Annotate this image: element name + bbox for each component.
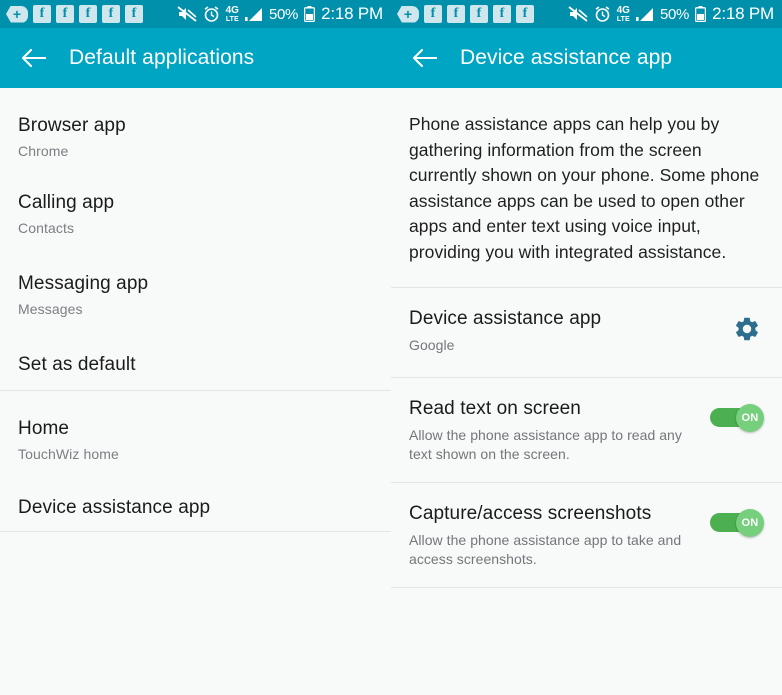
setting-subtitle: Allow the phone assistance app to read a… [409, 427, 682, 462]
list-item-device-assistance-app[interactable]: Device assistance app [0, 473, 391, 531]
back-arrow-icon[interactable] [405, 38, 445, 78]
app-headers: Default applications Device assistance a… [0, 28, 782, 88]
list-item-title: Calling app [18, 192, 115, 213]
list-item-title: Home [18, 418, 70, 439]
facebook-icon: f [424, 5, 442, 23]
notification-icons: + f f f f f [6, 5, 143, 23]
setting-row-read-text-on-screen[interactable]: Read text on screen Allow the phone assi… [391, 378, 782, 482]
list-bottom-divider [0, 531, 391, 532]
facebook-icon: f [493, 5, 511, 23]
setting-subtitle: Google [409, 337, 455, 354]
list-item-browser-app[interactable]: Browser app Chrome [0, 88, 391, 168]
battery-icon [695, 6, 707, 22]
status-bar-right: + f f f f f 4G LTE 50% 2:18 PM [391, 0, 782, 28]
facebook-icon: f [56, 5, 74, 23]
signal-bars-icon [244, 7, 263, 22]
list-item-subtitle: Messages [18, 300, 83, 317]
more-notifications-icon: + [397, 5, 419, 23]
status-indicators: 4G LTE 50% 2:18 PM [568, 4, 774, 24]
facebook-icon: f [33, 5, 51, 23]
alarm-clock-icon [594, 5, 611, 23]
network-type-icon: 4G LTE [225, 4, 239, 23]
toggle-read-text-on-screen[interactable]: ON [710, 404, 764, 433]
setting-title: Capture/access screenshots [409, 503, 652, 525]
facebook-icon: f [79, 5, 97, 23]
sound-muted-icon [177, 6, 197, 22]
battery-percent-label: 50% [659, 5, 690, 23]
status-bar: + f f f f f 4G LTE 50% 2:18 PM + f f f f… [0, 0, 782, 28]
sound-muted-icon [568, 6, 588, 22]
section-divider [391, 587, 782, 589]
list-item-title: Messaging app [18, 273, 149, 294]
default-apps-list: Browser app Chrome Calling app Contacts … [0, 88, 391, 532]
facebook-icon: f [516, 5, 534, 23]
toggle-state-label: ON [741, 517, 759, 530]
setting-subtitle: Allow the phone assistance app to take a… [409, 532, 682, 567]
battery-percent-label: 50% [268, 5, 299, 23]
notification-icons: + f f f f f [397, 5, 534, 23]
list-item-title: Device assistance app [18, 497, 211, 518]
toggle-state-label: ON [741, 412, 759, 425]
page-title: Default applications [69, 46, 255, 69]
header-default-applications: Default applications [0, 28, 391, 88]
gear-icon[interactable] [730, 312, 764, 346]
screens-container: Browser app Chrome Calling app Contacts … [0, 88, 782, 695]
clock-label: 2:18 PM [321, 4, 383, 23]
facebook-icon: f [470, 5, 488, 23]
status-indicators: 4G LTE 50% 2:18 PM [177, 4, 383, 24]
setting-row-device-assistance-app[interactable]: Device assistance app Google [391, 288, 782, 377]
default-applications-screen: Browser app Chrome Calling app Contacts … [0, 88, 391, 695]
list-item-subtitle: Contacts [18, 219, 75, 236]
setting-row-capture-access-screenshots[interactable]: Capture/access screenshots Allow the pho… [391, 483, 782, 587]
page-title: Device assistance app [460, 46, 673, 69]
setting-text: Device assistance app Google [409, 308, 730, 354]
list-item-title: Browser app [18, 115, 126, 136]
alarm-clock-icon [203, 5, 220, 23]
list-item-subtitle: TouchWiz home [18, 445, 119, 462]
header-device-assistance-app: Device assistance app [391, 28, 782, 88]
setting-title: Read text on screen [409, 398, 581, 420]
facebook-icon: f [447, 5, 465, 23]
setting-text: Capture/access screenshots Allow the pho… [409, 503, 710, 568]
facebook-icon: f [125, 5, 143, 23]
battery-icon [304, 6, 316, 22]
list-item-set-as-default[interactable]: Set as default [0, 330, 391, 390]
list-item-subtitle: Chrome [18, 142, 69, 159]
intro-description: Phone assistance apps can help you by ga… [409, 114, 760, 262]
device-assistance-app-screen: Phone assistance apps can help you by ga… [391, 88, 782, 695]
signal-bars-icon [635, 7, 654, 22]
setting-text: Read text on screen Allow the phone assi… [409, 398, 710, 463]
toggle-thumb: ON [736, 404, 764, 433]
list-item-title: Set as default [18, 354, 136, 375]
list-item-calling-app[interactable]: Calling app Contacts [0, 168, 391, 249]
clock-label: 2:18 PM [712, 4, 774, 23]
toggle-thumb: ON [736, 509, 764, 538]
network-type-icon: 4G LTE [616, 4, 630, 23]
setting-title: Device assistance app [409, 308, 602, 330]
facebook-icon: f [102, 5, 120, 23]
toggle-capture-access-screenshots[interactable]: ON [710, 509, 764, 538]
list-item-home[interactable]: Home TouchWiz home [0, 391, 391, 473]
list-item-messaging-app[interactable]: Messaging app Messages [0, 249, 391, 330]
status-bar-left: + f f f f f 4G LTE 50% 2:18 PM [0, 0, 391, 28]
back-arrow-icon[interactable] [14, 38, 54, 78]
more-notifications-icon: + [6, 5, 28, 23]
